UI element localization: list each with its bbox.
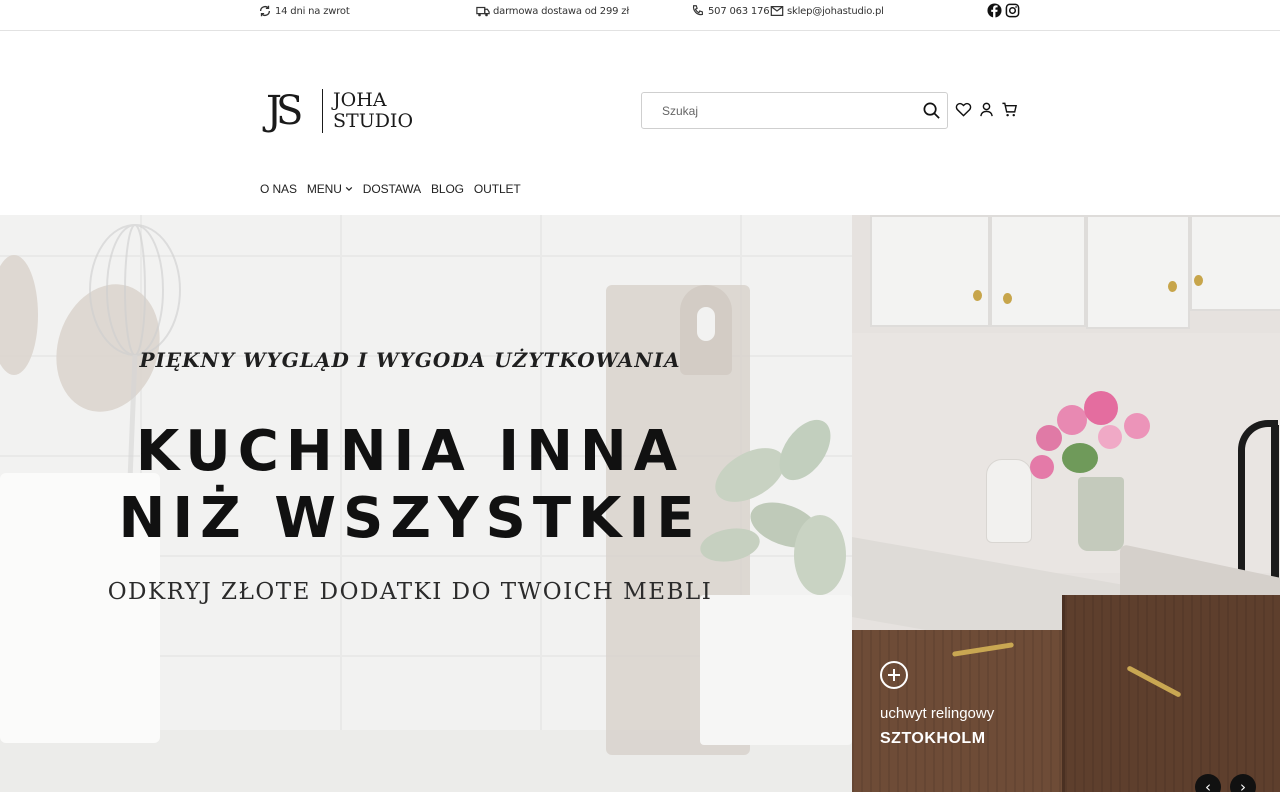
promo-subtitle: uchwyt relingowy	[880, 705, 995, 722]
upper-cabinet	[990, 215, 1086, 327]
logo-line-2: STUDIO	[333, 110, 414, 132]
search-box	[641, 92, 948, 129]
promo-title: SZTOKHOLM	[880, 730, 986, 747]
nav-item-o-nas[interactable]: O NAS	[260, 182, 297, 196]
gold-knob	[1194, 275, 1203, 286]
gold-knob	[973, 290, 982, 301]
gold-knob	[1003, 293, 1012, 304]
product-promo-slide[interactable]: uchwyt relingowy SZTOKHOLM ‹ ›	[852, 215, 1280, 792]
peony-flower	[1084, 391, 1118, 425]
upper-cabinet	[870, 215, 990, 327]
gold-knob	[1168, 281, 1177, 292]
hero-headline-line-1: KUCHNIA INNA	[135, 419, 685, 484]
heart-icon[interactable]	[955, 101, 972, 118]
email-address[interactable]: sklep@johastudio.pl	[787, 6, 884, 17]
nav-item-outlet[interactable]: OUTLET	[474, 182, 521, 196]
peony-leaves	[1062, 443, 1098, 473]
nav-item-menu[interactable]: MENU	[307, 182, 353, 196]
email-link[interactable]: sklep@johastudio.pl	[770, 0, 884, 22]
user-icon[interactable]	[978, 101, 995, 118]
upper-cabinet	[1086, 215, 1190, 329]
phone-icon	[692, 5, 703, 16]
logo-monogram: JS	[266, 88, 303, 134]
search-input[interactable]	[662, 93, 912, 128]
header-actions	[955, 101, 1018, 118]
nav-item-dostawa[interactable]: DOSTAWA	[363, 182, 421, 196]
hero-tagline: PIĘKNY WYGLĄD I WYGODA UŻYTKOWANIA	[139, 348, 681, 372]
hero-headline-line-2: NIŻ WSZYSTKIE	[118, 486, 702, 551]
search-icon[interactable]	[922, 101, 941, 120]
logo-line-1: JOHA	[333, 89, 387, 111]
upper-cabinet	[1190, 215, 1280, 311]
instagram-icon[interactable]	[1005, 3, 1020, 18]
return-policy: 14 dni na zwrot	[258, 0, 350, 22]
refresh-icon	[259, 5, 271, 17]
kettle-image	[986, 459, 1032, 543]
free-delivery: darmowa dostawa od 299 zł	[476, 0, 629, 22]
facebook-icon[interactable]	[987, 3, 1002, 18]
hero-banner: PIĘKNY WYGLĄD I WYGODA UŻYTKOWANIA KUCHN…	[0, 215, 1280, 792]
vase-image	[1078, 477, 1124, 551]
social-links	[987, 3, 1020, 18]
hero-text-block: PIĘKNY WYGLĄD I WYGODA UŻYTKOWANIA KUCHN…	[0, 215, 820, 792]
top-info-bar: 14 dni na zwrot darmowa dostawa od 299 z…	[0, 0, 1280, 31]
free-delivery-text: darmowa dostawa od 299 zł	[493, 5, 629, 17]
site-logo[interactable]: JS JOHA STUDIO	[266, 85, 416, 137]
main-nav: O NAS MENU DOSTAWA BLOG OUTLET	[260, 182, 521, 196]
peony-flower	[1030, 455, 1054, 479]
peony-flower	[1124, 413, 1150, 439]
peony-flower	[1036, 425, 1062, 451]
cart-icon[interactable]	[1001, 101, 1018, 118]
nav-label: BLOG	[430, 182, 464, 196]
plus-icon[interactable]	[880, 661, 908, 689]
nav-item-blog[interactable]: BLOG	[431, 182, 464, 196]
peony-flower	[1098, 425, 1122, 449]
mail-icon	[770, 6, 784, 16]
nav-label: OUTLET	[473, 182, 521, 196]
hero-subheadline: ODKRYJ ZŁOTE DODATKI DO TWOICH MEBLI	[107, 579, 713, 605]
nav-label: MENU	[306, 182, 342, 196]
faucet-stem	[1271, 425, 1279, 585]
truck-icon	[476, 6, 490, 17]
hero-main-slide[interactable]: PIĘKNY WYGLĄD I WYGODA UŻYTKOWANIA KUCHN…	[0, 215, 852, 792]
nav-label: O NAS	[260, 182, 297, 196]
promo-caption[interactable]: uchwyt relingowy SZTOKHOLM	[880, 661, 994, 748]
hero-headline: KUCHNIA INNA NIŻ WSZYSTKIE	[0, 418, 820, 552]
peony-flower	[1057, 405, 1087, 435]
return-policy-text: 14 dni na zwrot	[275, 5, 350, 17]
phone-number[interactable]: 507 063 176	[708, 6, 770, 17]
logo-wordmark: JOHA STUDIO	[333, 90, 413, 132]
logo-divider	[322, 89, 323, 133]
phone-link[interactable]: 507 063 176	[691, 0, 770, 22]
nav-label: DOSTAWA	[362, 182, 421, 196]
chevron-down-icon	[345, 186, 353, 192]
